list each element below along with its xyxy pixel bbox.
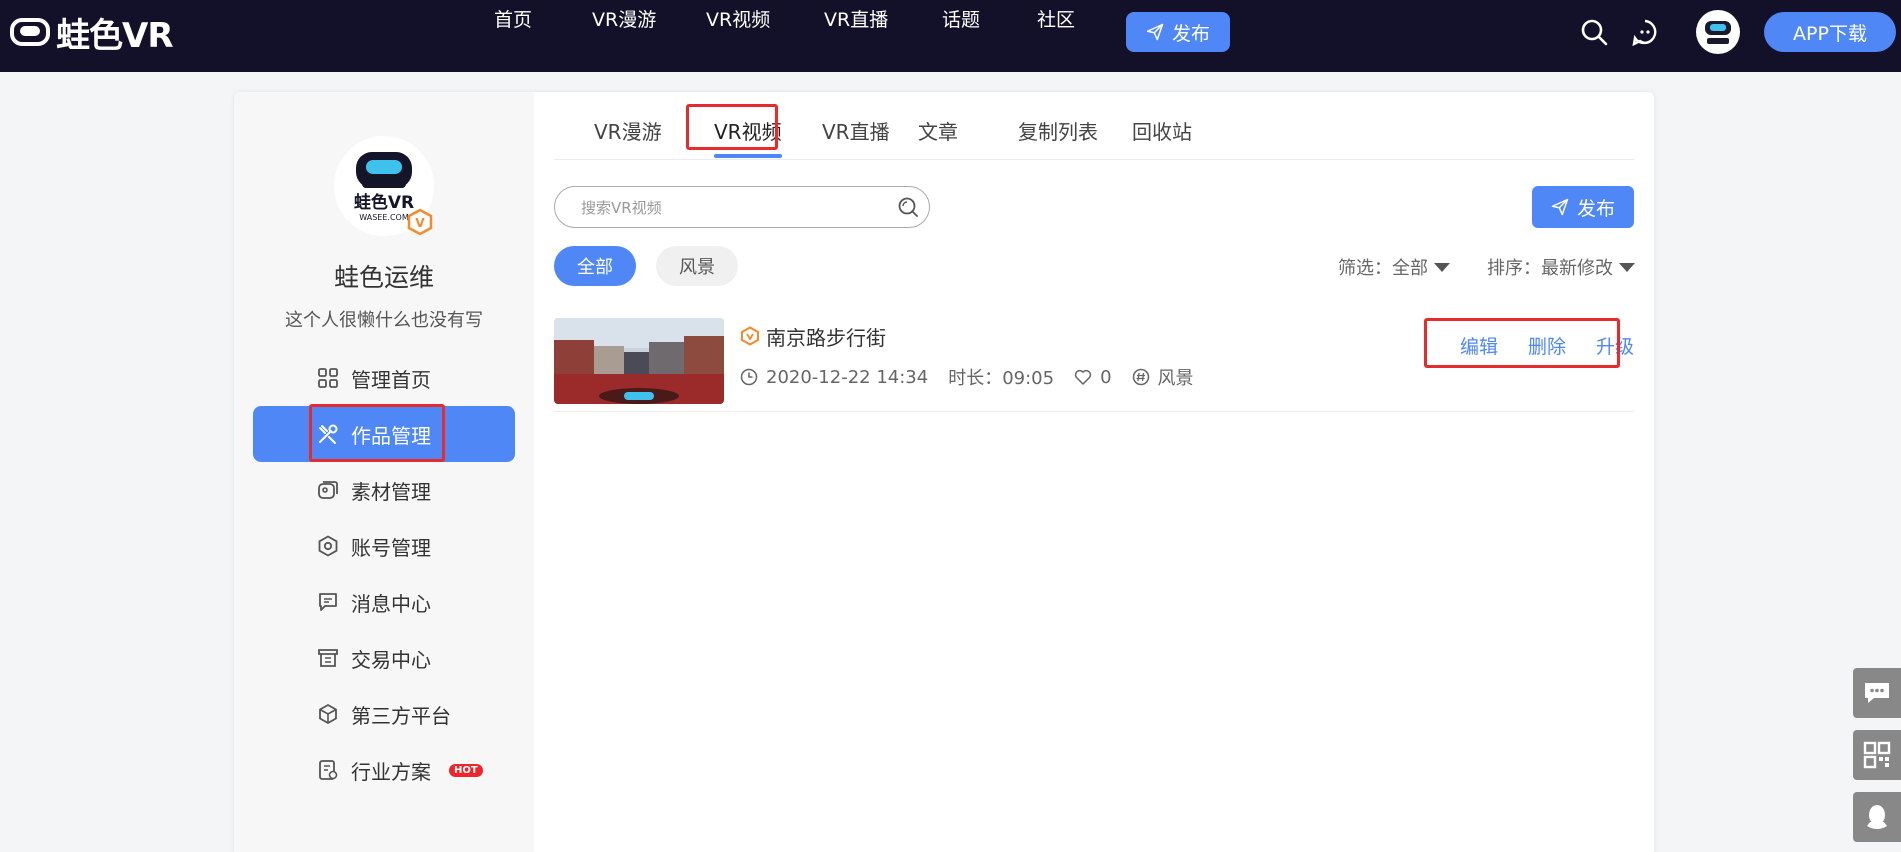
qq-icon — [1867, 805, 1887, 829]
filter-chip-scenery[interactable]: 风景 — [656, 246, 738, 286]
sidebar-item-label: 账号管理 — [351, 535, 431, 560]
sidebar-item-label: 交易中心 — [351, 647, 431, 672]
video-duration: 时长：09:05 — [948, 368, 1055, 389]
search-input[interactable]: 搜索VR视频 — [581, 197, 662, 218]
search-icon[interactable] — [897, 196, 919, 218]
store-icon — [318, 649, 338, 667]
nav-community[interactable]: 社区 — [1037, 0, 1075, 40]
profile-name: 蛙色运维 — [333, 263, 434, 292]
logo-text: 蛙色VR — [56, 15, 173, 56]
tab-bar: VR漫游 VR视频 VR直播 文章 复制列表 回收站 — [554, 92, 1634, 160]
sort-label: 排序：最新修改 — [1487, 258, 1613, 279]
tab-vr-live[interactable]: VR直播 — [822, 116, 890, 146]
sidebar-item-industry[interactable]: 行业方案 HOT — [253, 742, 515, 798]
content-area: VR漫游 VR视频 VR直播 文章 复制列表 回收站 搜索VR视频 发布 全部 … — [534, 92, 1654, 852]
tab-articles[interactable]: 文章 — [918, 116, 958, 146]
video-actions: 编辑 删除 升级 — [1460, 332, 1634, 359]
filter-chip-all[interactable]: 全部 — [554, 246, 636, 286]
publish-button[interactable]: 发布 — [1532, 186, 1634, 228]
sidebar-item-messages[interactable]: 消息中心 — [253, 574, 515, 630]
edit-button[interactable]: 编辑 — [1460, 332, 1498, 359]
tab-recycle-bin[interactable]: 回收站 — [1132, 116, 1192, 146]
upgrade-button[interactable]: 升级 — [1596, 332, 1634, 359]
nav-topics[interactable]: 话题 — [942, 0, 980, 40]
verified-badge-icon: V — [407, 208, 433, 236]
sidebar-item-works[interactable]: 作品管理 — [253, 406, 515, 462]
sidebar-item-label: 消息中心 — [351, 591, 431, 616]
delete-button[interactable]: 删除 — [1528, 332, 1566, 359]
chat-icon — [1865, 683, 1889, 703]
tab-copy-list[interactable]: 复制列表 — [1018, 116, 1098, 146]
cube-icon — [319, 704, 337, 724]
grid-icon — [318, 368, 338, 388]
search-box[interactable]: 搜索VR视频 — [554, 186, 930, 228]
sidebar-item-transactions[interactable]: 交易中心 — [253, 630, 515, 686]
profile-bio: 这个人很懒什么也没有写 — [285, 310, 483, 331]
tab-vr-tour[interactable]: VR漫游 — [594, 116, 662, 146]
send-icon — [1146, 23, 1164, 41]
video-tag: 风景 — [1157, 368, 1194, 389]
top-navbar: 蛙色VR 首页 VR漫游 VR视频 VR直播 话题 社区 发布 APP下载 — [0, 0, 1901, 72]
video-list-item: 南京路步行街 2020-12-22 14:34 时长：09:05 0 风景 编辑… — [554, 318, 1634, 412]
filter-label: 筛选：全部 — [1338, 258, 1428, 279]
chat-bubble-icon[interactable] — [1631, 18, 1659, 46]
hot-badge: HOT — [449, 763, 483, 777]
vr-headset-icon — [10, 18, 50, 46]
qrcode-icon — [1863, 741, 1891, 769]
nav-vr-tour[interactable]: VR漫游 — [592, 0, 656, 40]
sidebar-item-label: 作品管理 — [351, 423, 431, 448]
heart-icon[interactable] — [1074, 368, 1092, 386]
sidebar-item-label: 行业方案 — [351, 759, 431, 784]
send-icon — [1551, 198, 1569, 216]
nav-publish-label: 发布 — [1171, 22, 1210, 45]
video-title[interactable]: 南京路步行街 — [766, 322, 886, 351]
floating-qrcode-button[interactable] — [1853, 730, 1901, 780]
floating-qq-button[interactable] — [1853, 792, 1901, 842]
tools-icon — [319, 424, 338, 444]
tab-vr-video[interactable]: VR视频 — [714, 116, 782, 146]
sidebar: 蛙色VR WASEE.COM V 蛙色运维 这个人很懒什么也没有写 管理首页 作… — [234, 92, 534, 852]
sidebar-item-materials[interactable]: 素材管理 — [253, 462, 515, 518]
user-avatar[interactable] — [1696, 10, 1740, 54]
material-icon — [318, 481, 338, 499]
floating-chat-button[interactable] — [1853, 668, 1901, 718]
document-icon — [319, 760, 338, 780]
video-meta: 2020-12-22 14:34 时长：09:05 0 风景 — [740, 364, 1194, 390]
main-card: 蛙色VR WASEE.COM V 蛙色运维 这个人很懒什么也没有写 管理首页 作… — [234, 92, 1654, 852]
video-likes: 0 — [1100, 366, 1112, 388]
hashtag-icon — [1132, 368, 1149, 386]
nav-vr-video[interactable]: VR视频 — [706, 0, 770, 40]
sidebar-item-label: 第三方平台 — [351, 703, 451, 728]
avatar-logo-icon — [1705, 21, 1731, 44]
sort-dropdown[interactable]: 排序：最新修改 — [1487, 252, 1635, 282]
caret-down-icon — [1619, 262, 1635, 272]
nav-vr-live[interactable]: VR直播 — [824, 0, 888, 40]
verified-badge-icon — [741, 326, 759, 346]
nav-home[interactable]: 首页 — [494, 0, 532, 40]
search-icon[interactable] — [1580, 18, 1608, 46]
nav-publish-button[interactable]: 发布 — [1126, 12, 1230, 52]
sidebar-item-label: 素材管理 — [351, 479, 431, 504]
sidebar-item-dashboard[interactable]: 管理首页 — [253, 350, 515, 406]
filter-dropdown[interactable]: 筛选：全部 — [1338, 252, 1450, 282]
app-download-button[interactable]: APP下载 — [1764, 12, 1896, 52]
publish-label: 发布 — [1576, 197, 1615, 220]
sidebar-item-third-party[interactable]: 第三方平台 — [253, 686, 515, 742]
gear-icon — [318, 535, 338, 557]
panorama-thumbnail-image — [554, 318, 724, 404]
sidebar-item-account[interactable]: 账号管理 — [253, 518, 515, 574]
active-tab-indicator — [714, 154, 782, 158]
svg-text:V: V — [415, 216, 425, 230]
video-date: 2020-12-22 14:34 — [766, 366, 929, 388]
message-icon — [319, 593, 337, 611]
caret-down-icon — [1434, 262, 1450, 272]
clock-icon — [740, 368, 758, 386]
sidebar-item-label: 管理首页 — [351, 367, 431, 392]
site-logo[interactable]: 蛙色VR — [10, 12, 173, 56]
profile-avatar-subtext: WASEE.COM — [359, 213, 409, 222]
video-thumbnail[interactable] — [554, 318, 724, 404]
